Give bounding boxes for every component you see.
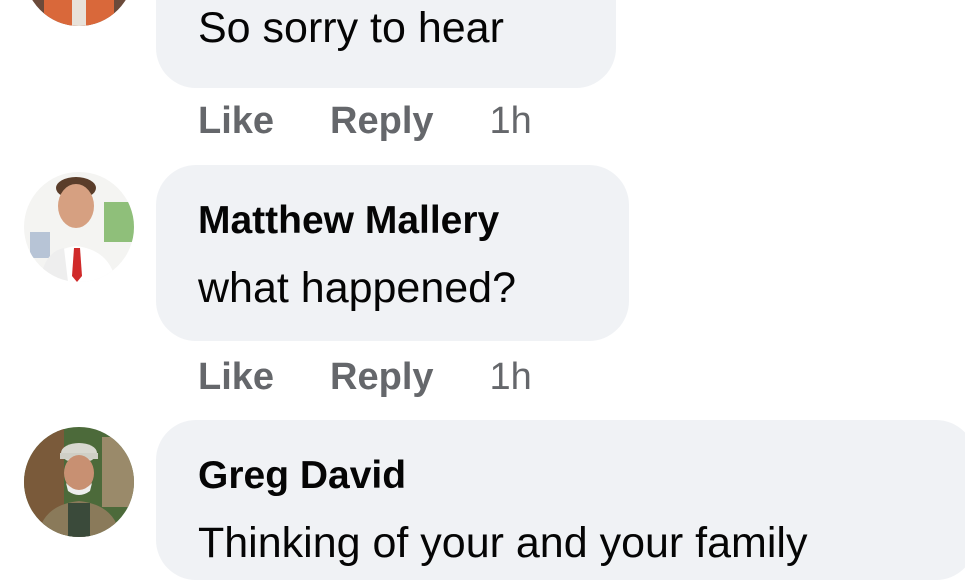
comment-timestamp: 1h: [489, 100, 532, 142]
like-button[interactable]: Like: [198, 355, 274, 399]
comment-author[interactable]: Matthew Mallery: [198, 199, 587, 243]
like-button[interactable]: Like: [198, 99, 274, 143]
comment-bubble: So sorry to hear: [156, 0, 616, 88]
reply-button[interactable]: Reply: [330, 355, 433, 399]
comment-actions: Like Reply 1h: [198, 99, 532, 143]
avatar[interactable]: [24, 427, 134, 537]
comment-bubble: Matthew Mallery what happened?: [156, 165, 629, 341]
comment-text: So sorry to hear: [198, 4, 504, 52]
avatar[interactable]: [24, 0, 134, 26]
avatar-photo-icon: [24, 427, 134, 537]
comment-text: Thinking of your and your family: [198, 519, 808, 567]
comment-bubble: Greg David Thinking of your and your fam…: [156, 420, 965, 580]
comment-author[interactable]: Greg David: [198, 454, 934, 498]
comment-actions: Like Reply 1h: [198, 355, 532, 399]
comment-text: what happened?: [198, 264, 517, 312]
avatar-photo-icon: [24, 172, 134, 282]
avatar[interactable]: [24, 172, 134, 282]
reply-button[interactable]: Reply: [330, 99, 433, 143]
avatar-photo-icon: [24, 0, 134, 26]
comment-timestamp: 1h: [489, 356, 532, 398]
